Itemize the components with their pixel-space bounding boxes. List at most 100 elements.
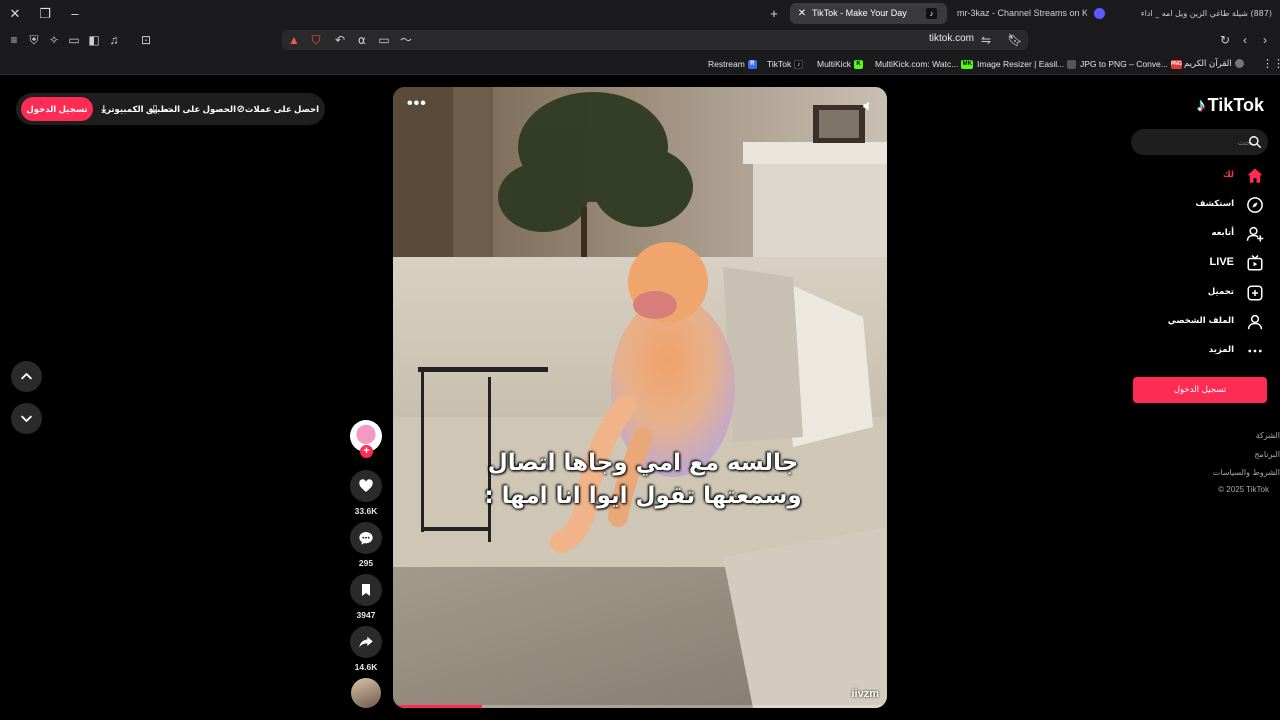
comment-button[interactable] xyxy=(350,522,382,554)
bookmark-label: Restream xyxy=(708,59,745,69)
save-button[interactable] xyxy=(350,574,382,606)
footer-program-link[interactable]: البرنامج xyxy=(1254,450,1280,459)
url-text: tiktok.com xyxy=(928,33,974,44)
back-in-history-icon[interactable]: ↶ xyxy=(332,32,348,48)
following-icon xyxy=(1246,226,1264,242)
address-bar[interactable]: ▲ ⛉ ↶ ⍺ ▭ 〜 tiktok.com ⇋ xyxy=(282,30,1028,50)
reload-icon[interactable]: ↻ xyxy=(1217,32,1233,48)
sidebar-icon[interactable]: ◧ xyxy=(86,32,102,48)
png-icon: PNG xyxy=(1170,60,1182,70)
wand-icon[interactable]: 〜 xyxy=(398,32,414,48)
bookmark-label: MultiKick.com: Watc... xyxy=(875,59,959,69)
shield-icon[interactable]: ⛨ xyxy=(26,32,42,48)
nav-label: LIVE xyxy=(1209,256,1234,268)
new-tab-icon[interactable]: + xyxy=(765,5,783,23)
bookmark-label: القرآن الكريم xyxy=(1184,59,1232,69)
sidebar-login-button[interactable]: تسجيل الدخول xyxy=(1133,377,1267,403)
screenshot-icon[interactable]: ⊡ xyxy=(138,32,154,48)
kick-icon: K xyxy=(854,60,864,70)
reader-icon[interactable]: ▭ xyxy=(376,32,392,48)
caption-line-2: وسمعتها تقول ايوا انا امها : xyxy=(484,483,802,509)
video-progress-bar[interactable] xyxy=(393,705,887,708)
browser-toolbar: ≡ ⛨ ✧ ▭ ◧ ♫ ⊡ ▲ ⛉ ↶ ⍺ ▭ 〜 tiktok.com ⇋ 🔖… xyxy=(0,27,1280,53)
profile-icon xyxy=(1247,314,1263,330)
bookmark-icon xyxy=(362,584,370,596)
tab-tiktok[interactable]: ✕ TikTok - Make Your Day ♪ xyxy=(790,3,947,24)
video-progress-fill xyxy=(393,705,482,708)
search-input[interactable] xyxy=(1141,133,1253,151)
forward-icon[interactable]: › xyxy=(1257,32,1273,48)
brave-shield-icon[interactable]: ⛉ xyxy=(308,32,324,48)
tab-title: (887) شيلة طاغي الزين ويل امه _ اداء xyxy=(1140,9,1272,18)
like-button[interactable] xyxy=(350,470,382,502)
tabs-icon[interactable]: ▭ xyxy=(66,32,82,48)
chevron-down-icon xyxy=(21,415,32,422)
compass-icon xyxy=(1247,197,1263,213)
next-video-button[interactable] xyxy=(11,403,42,434)
nav-for-you[interactable]: لك xyxy=(1114,166,1264,186)
brave-rewards-icon[interactable]: ▲ xyxy=(286,32,302,48)
creator-watermark: iivzm xyxy=(851,688,879,700)
nav-more[interactable]: المزيد xyxy=(1114,341,1264,361)
tab-kick[interactable]: mr-3kaz - Channel Streams on Kick xyxy=(957,3,1087,24)
video-more-options-icon[interactable]: ••• xyxy=(407,95,427,113)
nav-label: تحميل xyxy=(1207,287,1234,297)
heart-icon xyxy=(359,479,373,492)
volume-icon[interactable] xyxy=(861,99,875,113)
extensions-icon[interactable]: ✧ xyxy=(46,32,62,48)
bookmark-multikick-watch[interactable]: MultiKick.com: Watc... MK xyxy=(875,57,974,71)
nav-explore[interactable]: استكشف xyxy=(1114,195,1264,215)
translate-icon[interactable]: ⍺ xyxy=(354,32,370,48)
browser-tab-bar: ✕ ❐ – + ✕ TikTok - Make Your Day ♪ mr-3ka… xyxy=(0,0,1280,27)
tab-title: TikTok - Make Your Day xyxy=(812,8,907,18)
bookmark-tiktok[interactable]: TikTok ♪ xyxy=(767,57,804,71)
music-creator-avatar[interactable] xyxy=(351,678,381,708)
close-window-icon[interactable]: ✕ xyxy=(6,5,24,23)
tab-kick-favicon[interactable] xyxy=(1094,3,1110,24)
footer-company-link[interactable]: الشركة xyxy=(1256,431,1280,440)
search-icon[interactable] xyxy=(1248,135,1262,149)
tab-youtube[interactable]: (887) شيلة طاغي الزين ويل امه _ اداء xyxy=(1125,3,1272,24)
bookmark-jpg-to-png[interactable]: JPG to PNG – Conve... PNG xyxy=(1080,57,1182,71)
top-login-button[interactable]: تسجيل الدخول xyxy=(21,97,93,121)
nav-label: أتابعه xyxy=(1211,228,1234,238)
previous-video-button[interactable] xyxy=(11,361,42,392)
restore-window-icon[interactable]: ❐ xyxy=(36,5,54,23)
get-coins-label: احصل على عملات xyxy=(244,104,319,114)
bookmark-label: Image Resizer | Easil... xyxy=(977,59,1065,69)
follow-plus-icon[interactable]: + xyxy=(360,445,373,458)
share-icon xyxy=(359,636,373,648)
video-player[interactable]: ••• جالسه مع امي وجاها اتصال وسمعتها تقو… xyxy=(393,87,887,708)
share-count: 14.6K xyxy=(354,662,378,672)
nav-upload[interactable]: تحميل xyxy=(1114,283,1264,303)
site-settings-icon[interactable]: ⇋ xyxy=(978,32,994,48)
get-app-button[interactable]: الحصول على الت...▯ xyxy=(152,101,236,118)
nav-profile[interactable]: الملف الشخصي xyxy=(1114,312,1264,332)
footer-terms-link[interactable]: الشروط والسياسات xyxy=(1213,468,1280,477)
bookmark-restream[interactable]: Restream R xyxy=(708,57,757,71)
video-frame xyxy=(393,87,887,708)
kick-favicon-icon xyxy=(1094,8,1105,20)
music-icon[interactable]: ♫ xyxy=(106,32,122,48)
nav-label: استكشف xyxy=(1195,199,1234,209)
minimize-window-icon[interactable]: – xyxy=(66,5,84,23)
nav-live[interactable]: LIVE xyxy=(1114,253,1264,273)
image-resizer-icon xyxy=(1067,60,1077,70)
live-icon xyxy=(1247,254,1263,271)
bookmark-icon[interactable]: 🔖︎ xyxy=(1007,32,1023,48)
tiktok-logo[interactable]: ♪ TikTok xyxy=(1197,95,1264,117)
bookmark-quran[interactable]: القرآن الكريم xyxy=(1184,57,1244,71)
back-icon[interactable]: ‹ xyxy=(1237,32,1253,48)
nav-following[interactable]: أتابعه xyxy=(1114,224,1264,244)
bookmark-image-resizer[interactable]: Image Resizer | Easil... xyxy=(977,57,1077,71)
close-tab-icon[interactable]: ✕ xyxy=(796,3,808,24)
menu-icon[interactable]: ≡ xyxy=(6,32,22,48)
search-box[interactable] xyxy=(1131,129,1268,155)
get-app-label: الحصول على الت... xyxy=(157,104,236,114)
footer-copyright: © 2025 TikTok xyxy=(1218,485,1269,494)
bookmark-label: TikTok xyxy=(767,59,792,69)
more-bookmarks-icon[interactable]: ⋮⋮ xyxy=(1262,57,1280,71)
get-coins-button[interactable]: احصل على عملات⊘ xyxy=(237,101,320,118)
bookmark-multikick[interactable]: MultiKick K xyxy=(817,57,864,71)
share-button[interactable] xyxy=(350,626,382,658)
